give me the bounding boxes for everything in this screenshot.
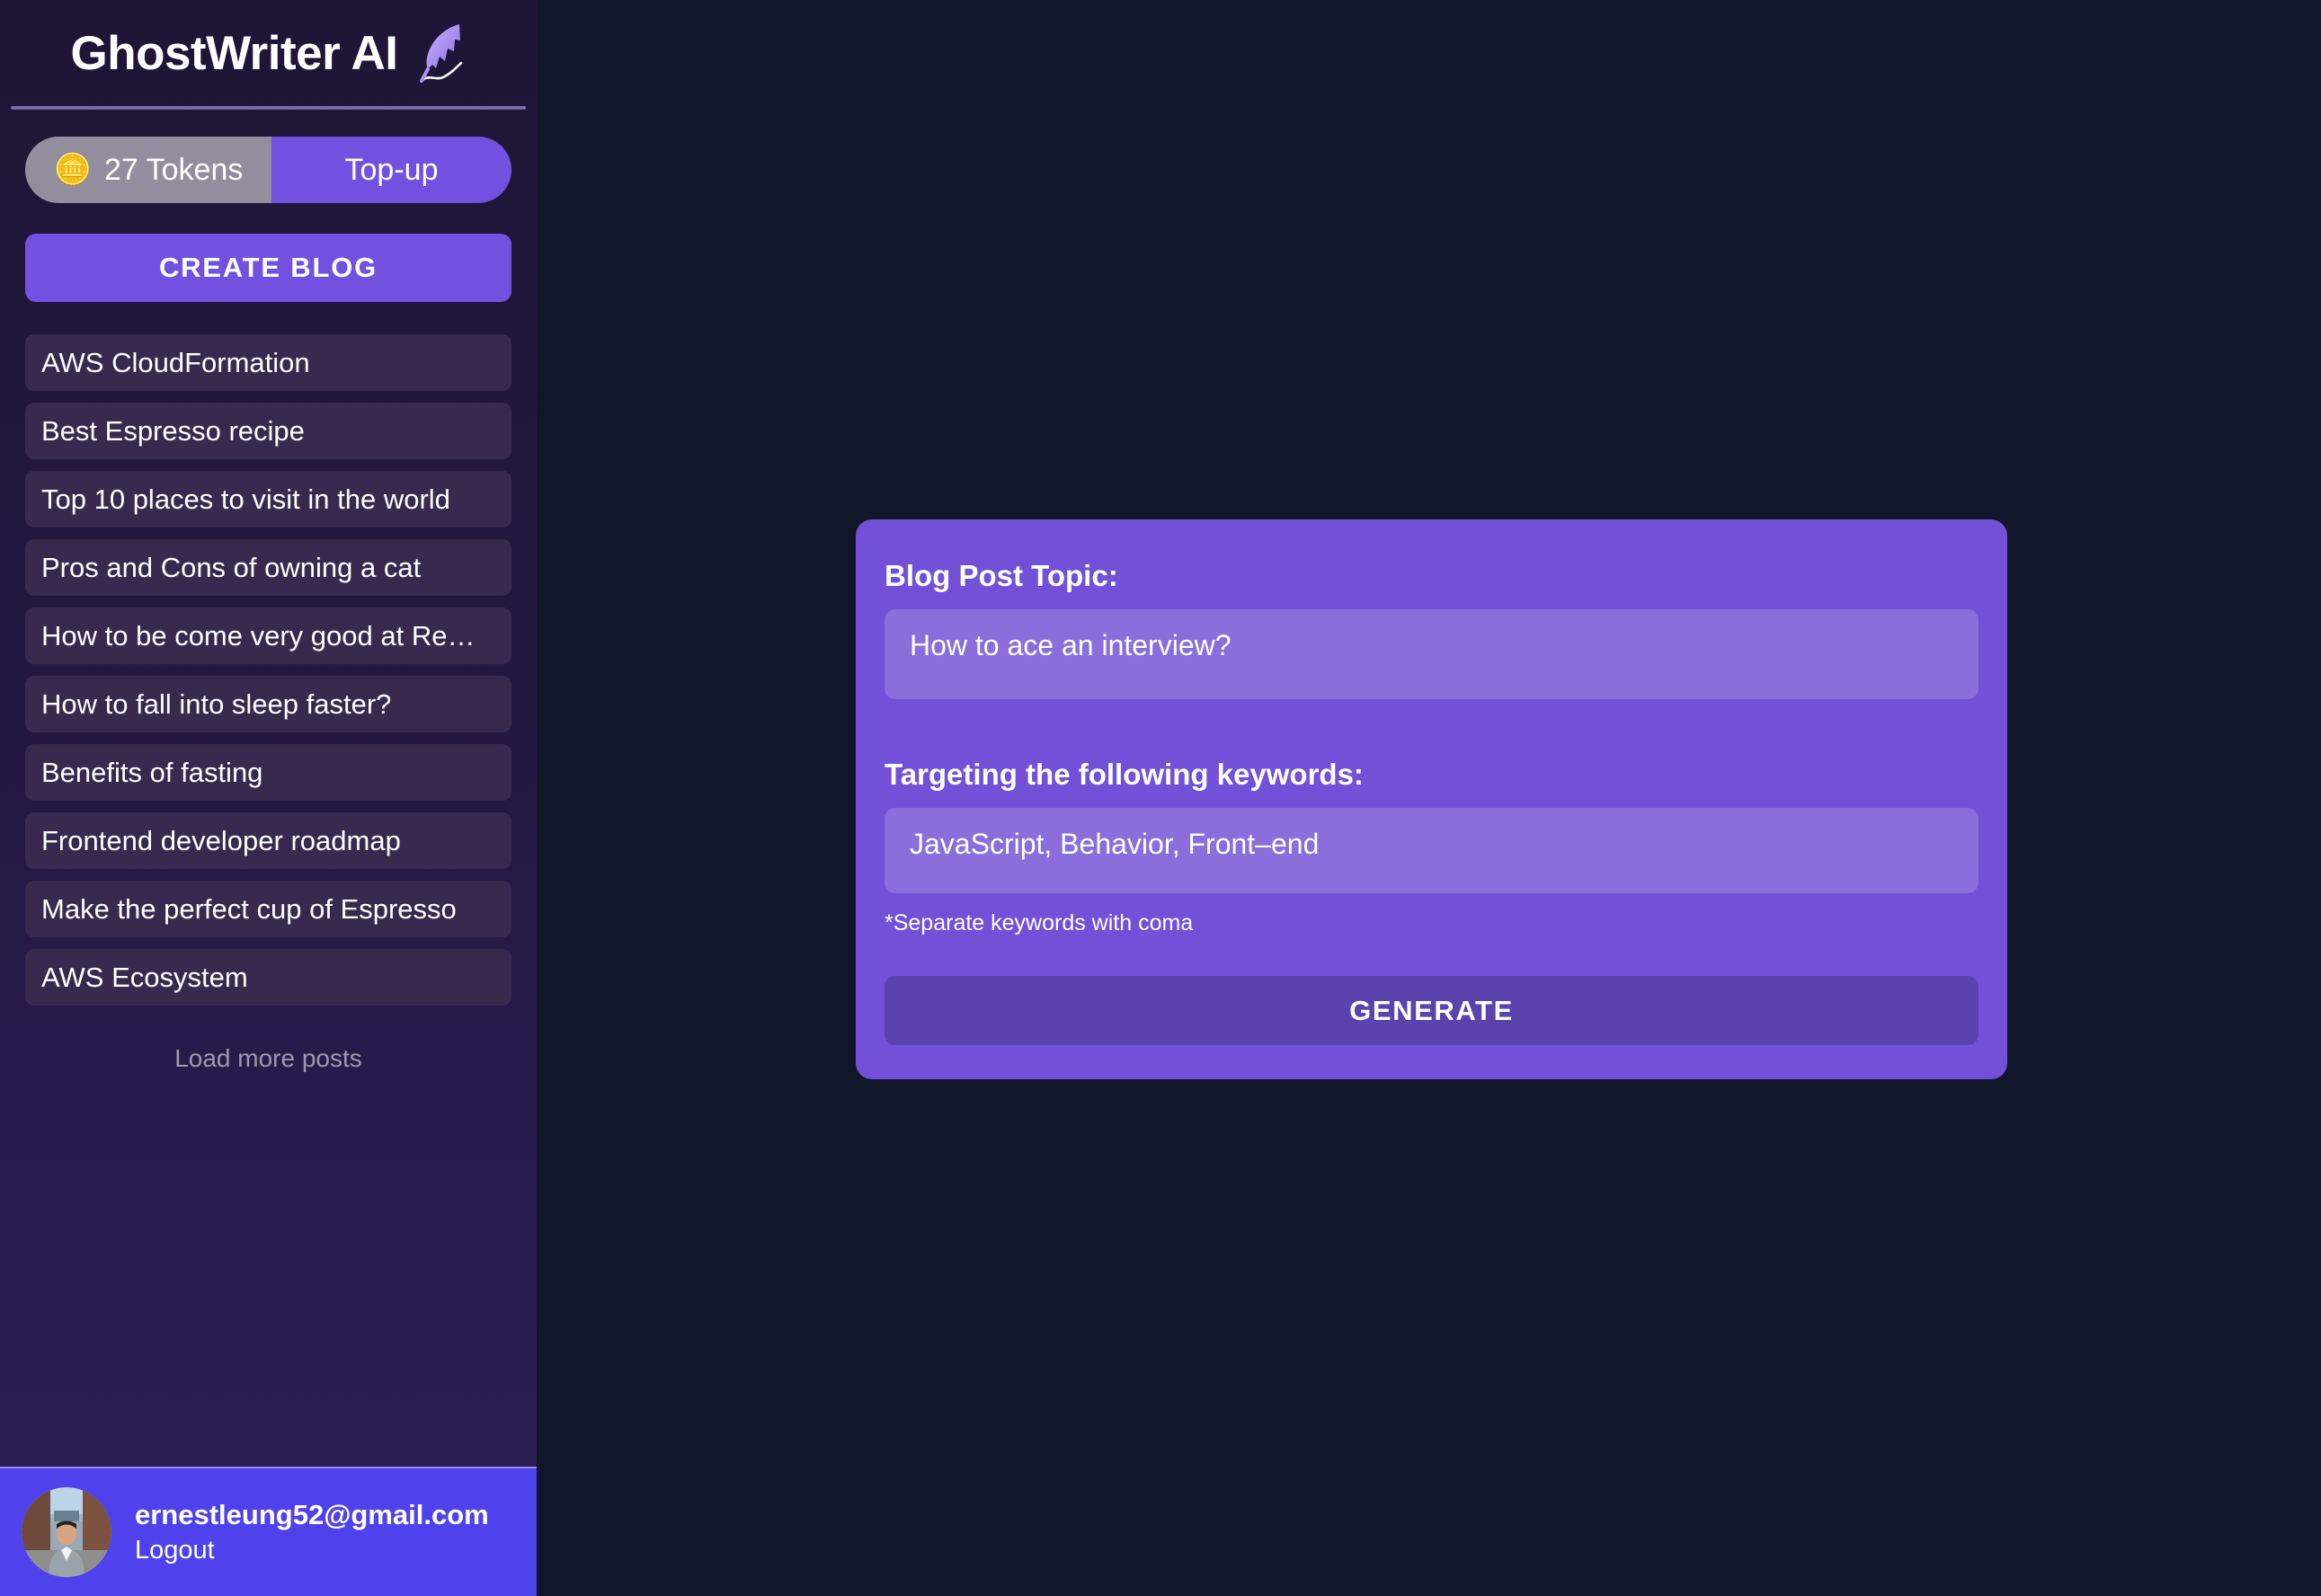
brand-title: GhostWriter AI [70, 26, 398, 80]
quill-feather-icon [414, 22, 467, 84]
topup-button[interactable]: Top-up [271, 137, 511, 203]
list-item[interactable]: Best Espresso recipe [25, 403, 511, 459]
user-meta: ernestleung52@gmail.com Logout [135, 1499, 489, 1565]
list-item[interactable]: Make the perfect cup of Espresso [25, 881, 511, 937]
list-item[interactable]: Top 10 places to visit in the world [25, 471, 511, 528]
token-count-label: 27 Tokens [103, 152, 244, 187]
list-item[interactable]: Frontend developer roadmap [25, 812, 511, 869]
keywords-input[interactable] [885, 808, 1979, 893]
keywords-label: Targeting the following keywords: [885, 758, 1364, 791]
topic-label: Blog Post Topic: [885, 559, 1118, 592]
main-content: Blog Post Topic: Targeting the following… [537, 0, 2321, 1596]
app-root: GhostWriter AI 🪙 27 Tokens Top-up CREATE… [0, 0, 2321, 1596]
sidebar: GhostWriter AI 🪙 27 Tokens Top-up CREATE… [0, 0, 537, 1596]
token-balance: 🪙 27 Tokens [25, 137, 271, 203]
user-footer[interactable]: ernestleung52@gmail.com Logout [0, 1467, 537, 1596]
topic-input[interactable] [885, 609, 1979, 699]
token-pill: 🪙 27 Tokens Top-up [25, 137, 511, 203]
list-item[interactable]: AWS CloudFormation [25, 334, 511, 391]
token-row: 🪙 27 Tokens Top-up [0, 110, 537, 203]
coin-stack-icon: 🪙 [53, 153, 92, 187]
avatar [22, 1487, 111, 1577]
list-item[interactable]: How to fall into sleep faster? [25, 676, 511, 732]
create-blog-wrap: CREATE BLOG [0, 203, 537, 302]
keywords-hint: *Separate keywords with coma [885, 910, 1194, 935]
load-more-posts-link[interactable]: Load more posts [25, 1044, 511, 1073]
generate-button[interactable]: GENERATE [885, 976, 1979, 1045]
create-blog-button[interactable]: CREATE BLOG [25, 234, 511, 302]
list-item[interactable]: Benefits of fasting [25, 744, 511, 801]
field-gap [885, 704, 1979, 758]
blog-generator-form: Blog Post Topic: Targeting the following… [856, 519, 2007, 1079]
logout-link[interactable]: Logout [135, 1536, 489, 1565]
list-item[interactable]: AWS Ecosystem [25, 949, 511, 1006]
brand-header: GhostWriter AI [0, 0, 537, 106]
list-item[interactable]: Pros and Cons of owning a cat [25, 539, 511, 596]
user-email: ernestleung52@gmail.com [135, 1499, 489, 1530]
post-list: AWS CloudFormation Best Espresso recipe … [0, 302, 537, 1073]
list-item[interactable]: How to be come very good at Re… [25, 607, 511, 664]
